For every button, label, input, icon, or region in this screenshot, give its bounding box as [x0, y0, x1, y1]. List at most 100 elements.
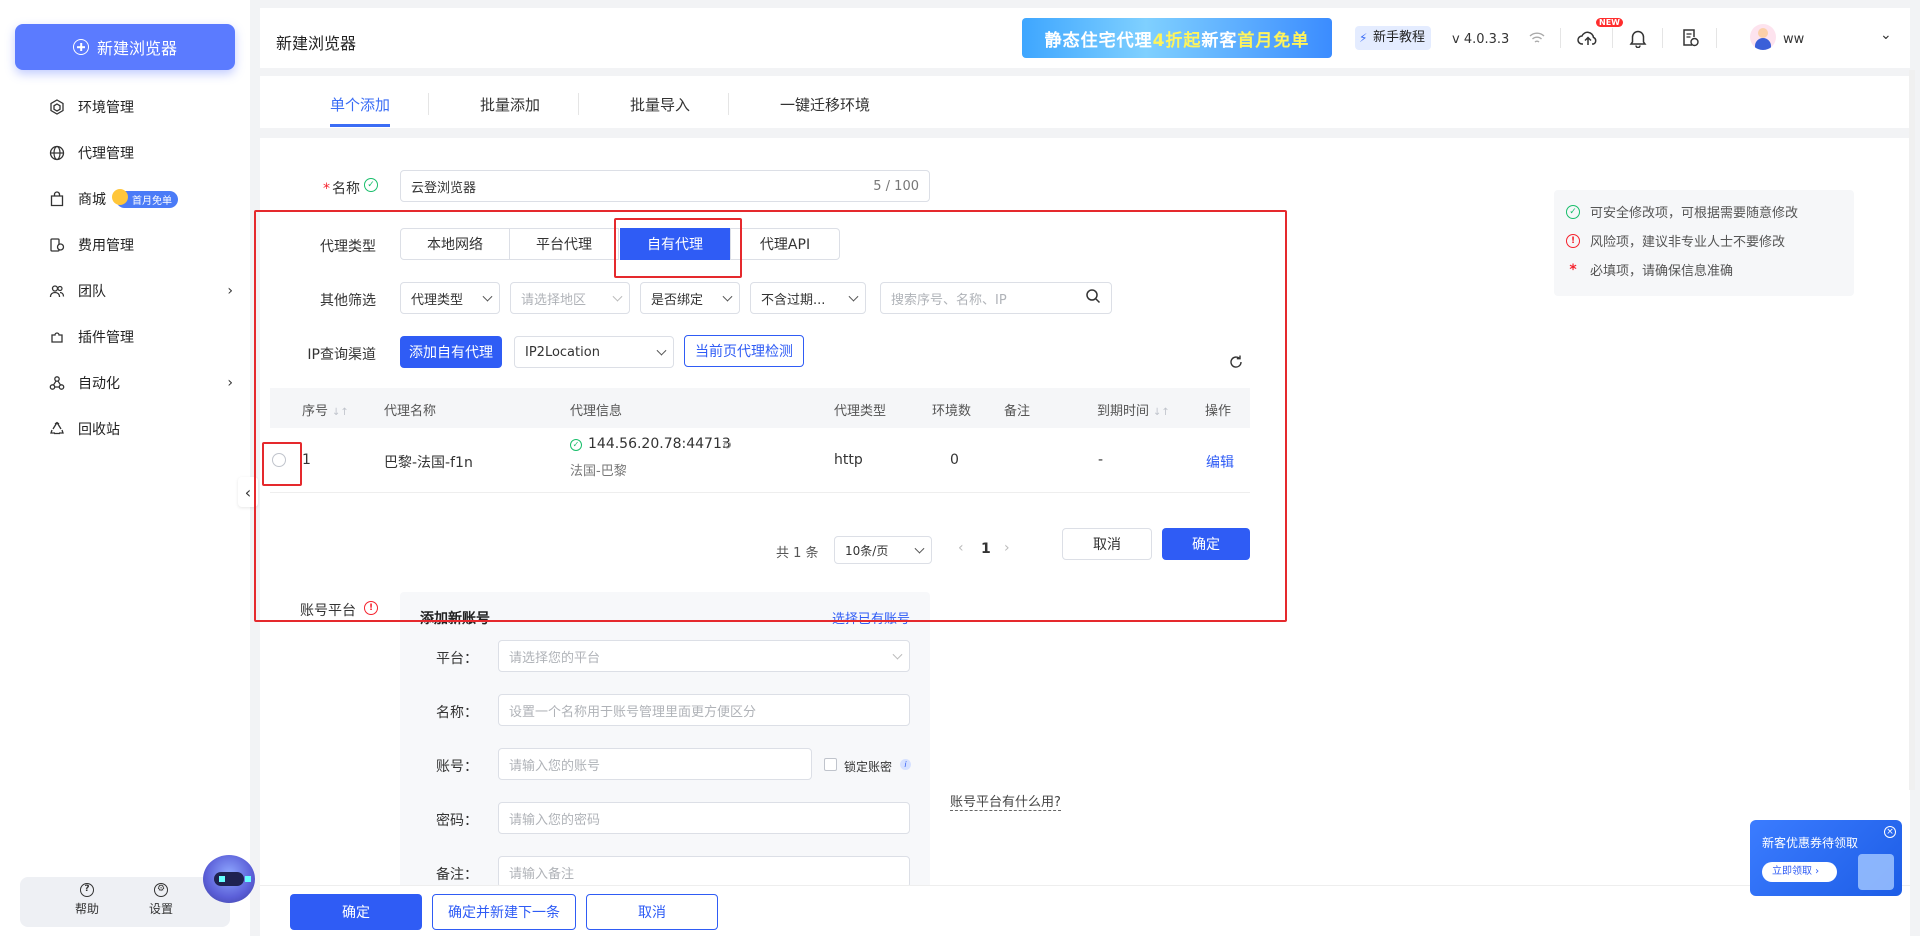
proxy-type-platform[interactable]: 平台代理 [509, 228, 619, 260]
search-icon[interactable] [1085, 288, 1101, 308]
other-filter-label: 其他筛选 [320, 293, 376, 309]
assistant-robot-icon[interactable] [203, 855, 255, 903]
settings-button[interactable]: ⚙ 设置 [136, 883, 186, 917]
gear-icon: ⚙ [154, 883, 168, 897]
proxy-type-api[interactable]: 代理API [730, 228, 840, 260]
column-header: 到期时间 [1097, 404, 1150, 419]
chevron-down-icon [656, 345, 667, 356]
filter-bound-select[interactable]: 是否绑定 [640, 282, 740, 314]
claim-label: 立即领取 [1772, 866, 1812, 877]
bell-icon[interactable] [1626, 26, 1650, 50]
chevron-down-icon[interactable]: ⌄ [1880, 27, 1892, 43]
note-input[interactable]: 请输入备注 [498, 856, 910, 888]
current-page[interactable]: 1 [981, 541, 991, 557]
password-input[interactable]: 请输入您的密码 [498, 802, 910, 834]
tab-single-add[interactable]: 单个添加 [330, 94, 390, 115]
legend-risk: ! 风险项，建议非专业人士不要修改 [1566, 231, 1785, 250]
claim-coupon-button[interactable]: 立即领取 › [1762, 862, 1838, 882]
select-value: 10条/页 [845, 543, 889, 558]
next-page-icon[interactable]: › [1004, 540, 1010, 556]
coupon-widget[interactable]: 新客优惠券待领取 立即领取 › × [1750, 820, 1902, 896]
row-edit-link[interactable]: 编辑 [1206, 452, 1234, 472]
new-browser-label: 新建浏览器 [96, 39, 177, 58]
cancel-button[interactable]: 取消 [586, 894, 718, 930]
lock-credentials-checkbox[interactable] [824, 758, 837, 771]
sidebar-item-plugins[interactable]: 插件管理 [48, 323, 233, 351]
tutorial-button[interactable]: 新手教程 [1355, 26, 1432, 50]
confirm-button[interactable]: 确定 [290, 894, 422, 930]
sidebar-item-team[interactable]: 团队 › [48, 277, 233, 305]
version-label: v 4.0.3.3 [1452, 32, 1510, 47]
check-current-page-button[interactable]: 当前页代理检测 [684, 335, 804, 367]
legend-text: 必填项，请确保信息准确 [1590, 264, 1734, 279]
select-existing-account-link[interactable]: 选择已有账号 [832, 608, 910, 627]
sidebar-item-recycle[interactable]: 回收站 [48, 415, 233, 443]
select-value: 不含过期... [761, 292, 826, 308]
account-username-input[interactable]: 请输入您的账号 [498, 748, 812, 780]
col-index[interactable]: 序号 ↓↑ [302, 400, 349, 419]
proxy-confirm-button[interactable]: 确定 [1162, 528, 1250, 560]
chevron-down-icon [914, 543, 925, 554]
prev-page-icon[interactable]: ‹ [958, 540, 964, 556]
row-select-radio[interactable] [272, 453, 286, 467]
divider [1662, 28, 1663, 48]
close-icon[interactable]: × [1884, 826, 1896, 838]
ip-channel-select[interactable]: IP2Location [514, 336, 674, 368]
avatar[interactable] [1750, 24, 1776, 50]
col-proxy-type: 代理类型 [834, 404, 887, 419]
confirm-and-new-button[interactable]: 确定并新建下一条 [432, 894, 576, 930]
sort-icon[interactable]: ↓↑ [1153, 407, 1170, 418]
new-browser-button[interactable]: 新建浏览器 [15, 24, 235, 70]
user-name[interactable]: ww [1783, 32, 1804, 47]
sidebar-item-proxy[interactable]: 代理管理 [48, 139, 233, 167]
proxy-type-label: 代理类型 [320, 239, 376, 255]
safe-check-icon: ✓ [364, 178, 378, 192]
proxy-type-local[interactable]: 本地网络 [400, 228, 510, 260]
select-value: 代理类型 [411, 292, 464, 308]
legend-safe: ✓ 可安全修改项，可根据需要随意修改 [1566, 202, 1798, 221]
col-expire[interactable]: 到期时间 ↓↑ [1097, 400, 1170, 419]
sidebar-item-environment[interactable]: 环境管理 [48, 93, 233, 121]
row-proxy-ip: 144.56.20.78:44713 [588, 436, 731, 452]
sidebar-item-automation[interactable]: 自动化 › [48, 369, 233, 397]
account-platform-help-link[interactable]: 账号平台有什么用? [950, 791, 1061, 811]
sidebar-item-billing[interactable]: 费用管理 [48, 231, 233, 259]
sidebar-item-shop[interactable]: 商城 首月免单 [48, 185, 233, 213]
proxy-search-input[interactable]: 搜索序号、名称、IP [880, 282, 1112, 314]
bag-icon [48, 190, 66, 208]
proxy-cancel-button[interactable]: 取消 [1062, 528, 1152, 560]
document-clock-icon[interactable] [1678, 26, 1702, 50]
platform-select[interactable]: 请选择您的平台 [498, 640, 910, 672]
tab-migrate-env[interactable]: 一键迁移环境 [780, 94, 870, 115]
coins-icon [48, 236, 66, 254]
column-header: 序号 [302, 404, 329, 419]
add-own-proxy-button[interactable]: 添加自有代理 [400, 336, 502, 368]
proxy-type-own[interactable]: 自有代理 [620, 228, 730, 260]
field-legend-card: ✓ 可安全修改项，可根据需要随意修改 ! 风险项，建议非专业人士不要修改 * 必填项，… [1554, 190, 1854, 296]
sidebar-item-label: 商城 [78, 192, 106, 208]
info-icon[interactable]: i [900, 759, 911, 770]
refresh-icon[interactable] [1228, 354, 1244, 374]
help-button[interactable]: ? 帮助 [62, 883, 112, 917]
cloud-upload-icon[interactable] [1576, 26, 1600, 50]
select-value: IP2Location [525, 344, 600, 360]
status-ok-icon: ✓ [570, 439, 582, 451]
filter-expire-select[interactable]: 不含过期... [750, 282, 866, 314]
sidebar-item-label: 团队 [78, 284, 106, 300]
sort-icon[interactable]: ↓↑ [332, 407, 349, 418]
account-name-input[interactable]: 设置一个名称用于账号管理里面更方便区分 [498, 694, 910, 726]
refresh-ip-icon[interactable]: ↻ [722, 438, 732, 452]
select-value: 是否绑定 [651, 292, 704, 308]
filter-proxy-type-select[interactable]: 代理类型 [400, 282, 500, 314]
check-circle-icon: ✓ [1566, 204, 1580, 219]
page-size-select[interactable]: 10条/页 [834, 536, 932, 564]
sidebar-collapse-button[interactable]: ‹ [238, 477, 258, 507]
scrollbar[interactable] [1909, 70, 1915, 790]
tab-batch-add[interactable]: 批量添加 [480, 94, 540, 115]
input-placeholder: 设置一个名称用于账号管理里面更方便区分 [509, 704, 757, 720]
tab-batch-import[interactable]: 批量导入 [630, 94, 690, 115]
col-proxy-info: 代理信息 [570, 404, 623, 419]
filter-region-select[interactable]: 请选择地区 [510, 282, 630, 314]
promo-banner[interactable]: 静态住宅代理 4折起 新客 首月免单 [1022, 18, 1332, 58]
name-input[interactable]: 云登浏览器 5 / 100 [400, 170, 930, 202]
